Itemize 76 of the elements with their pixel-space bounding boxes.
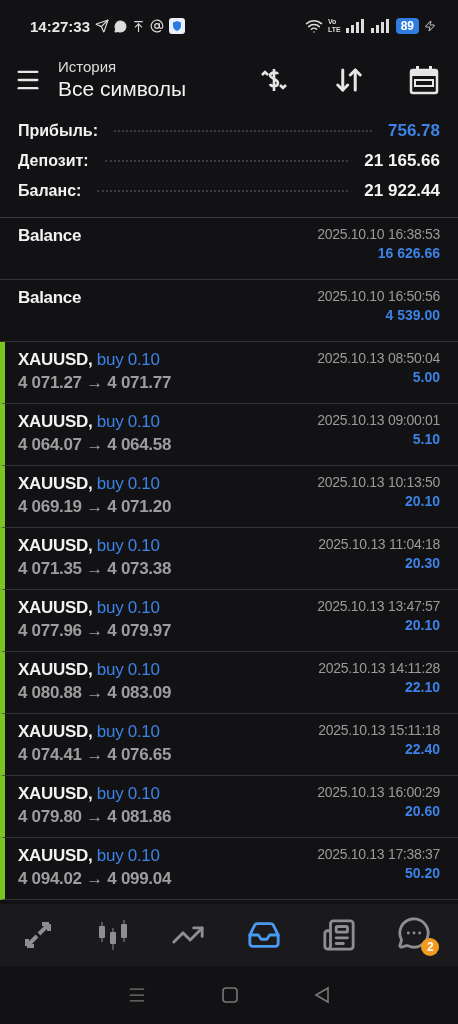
signal-icon [345, 19, 366, 33]
trade-title: XAUUSD, buy 0.10 [18, 412, 160, 432]
upload-icon [132, 19, 146, 33]
operation-time: 2025.10.13 09:00:01 [317, 412, 440, 428]
trade-prices: 4 069.19 → 4 071.20 [18, 497, 172, 517]
trade-row[interactable]: XAUUSD, buy 0.10 4 069.19 → 4 071.20 2025.10.13 10:13:50 20.10 [0, 466, 458, 528]
operation-time: 2025.10.13 10:13:50 [317, 474, 440, 490]
trade-row[interactable]: XAUUSD, buy 0.10 4 071.35 → 4 073.38 2025.10.13 11:04:18 20.30 [0, 528, 458, 590]
wifi-icon [304, 17, 323, 35]
operation-time: 2025.10.13 11:04:18 [318, 536, 440, 552]
balance-row[interactable]: Balance 2025.10.10 16:50:56 4 539.00 [0, 280, 458, 342]
trade-row[interactable]: XAUUSD, buy 0.10 4 077.96 → 4 079.97 2025.10.13 13:47:57 20.10 [0, 590, 458, 652]
operation-amount: 5.00 [412, 369, 440, 385]
trade-prices: 4 077.96 → 4 079.97 [18, 621, 172, 641]
trade-prices: 4 080.88 → 4 083.09 [18, 683, 172, 703]
operation-amount: 4 539.00 [385, 307, 440, 323]
operation-time: 2025.10.13 08:50:04 [317, 350, 440, 366]
operation-time: 2025.10.13 14:11:28 [318, 660, 440, 676]
trade-row[interactable]: XAUUSD, buy 0.10 4 074.41 → 4 076.65 2025.10.13 15:11:18 22.40 [0, 714, 458, 776]
status-time: 14:27:33 [30, 17, 91, 35]
operation-amount: 22.10 [404, 679, 440, 695]
trade-title: XAUUSD, buy 0.10 [18, 598, 160, 618]
summary-value: 21 922.44 [364, 181, 440, 201]
signal-icon [370, 19, 391, 33]
candlestick-icon [96, 918, 130, 952]
operation-time: 2025.10.13 16:00:29 [317, 784, 440, 800]
trade-title: XAUUSD, buy 0.10 [18, 536, 160, 556]
operation-time: 2025.10.13 15:11:18 [318, 722, 440, 738]
trade-prices: 4 071.35 → 4 073.38 [18, 559, 172, 579]
trade-title: XAUUSD, buy 0.10 [18, 474, 160, 494]
operation-amount: 20.10 [404, 493, 440, 509]
operation-time: 2025.10.10 16:38:53 [317, 226, 440, 242]
trade-title: XAUUSD, buy 0.10 [18, 784, 160, 804]
operation-amount: 50.20 [404, 865, 440, 881]
trade-prices: 4 079.80 → 4 081.86 [18, 807, 172, 827]
summary-value: 756.78 [388, 121, 440, 141]
newspaper-icon [321, 918, 356, 952]
battery-level: 89 [395, 18, 419, 34]
trade-prices: 4 071.27 → 4 071.77 [18, 373, 172, 393]
balance-row[interactable]: Balance 2025.10.10 16:38:53 16 626.66 [0, 218, 458, 280]
summary-label: Прибыль: [18, 122, 98, 140]
operation-title: Balance [18, 288, 82, 308]
trade-title: XAUUSD, buy 0.10 [18, 350, 160, 370]
send-icon [95, 19, 110, 33]
operation-title: Balance [18, 226, 82, 246]
summary-value: 21 165.66 [364, 151, 440, 171]
operation-amount: 20.10 [404, 617, 440, 633]
screen-title: Все символы [58, 77, 188, 101]
shield-app-icon [169, 18, 186, 34]
notification-badge: 2 [421, 938, 440, 956]
trade-row[interactable]: XAUUSD, buy 0.10 4 064.07 → 4 064.58 2025.10.13 09:00:01 5.10 [0, 404, 458, 466]
summary-label: Баланс: [18, 182, 82, 200]
chat-icon [397, 916, 432, 950]
operation-amount: 22.40 [404, 741, 440, 757]
trade-prices: 4 064.07 → 4 064.58 [18, 435, 172, 455]
operation-amount: 5.10 [412, 431, 440, 447]
operation-time: 2025.10.13 13:47:57 [317, 598, 440, 614]
trade-title: XAUUSD, buy 0.10 [18, 660, 160, 680]
operation-amount: 20.60 [404, 803, 440, 819]
trade-prices: 4 094.02 → 4 099.04 [18, 869, 172, 889]
trade-title: XAUUSD, buy 0.10 [18, 722, 160, 742]
home-button[interactable] [219, 984, 241, 1006]
summary-label: Депозит: [18, 152, 89, 170]
screen-subtitle: История [58, 58, 118, 75]
charging-icon [424, 20, 436, 32]
trade-title: XAUUSD, buy 0.10 [18, 846, 160, 866]
operation-amount: 16 626.66 [377, 245, 440, 261]
trade-row[interactable]: XAUUSD, buy 0.10 4 079.80 → 4 081.86 2025.10.13 16:00:29 20.60 [0, 776, 458, 838]
trade-row[interactable]: XAUUSD, buy 0.10 4 071.27 → 4 071.77 2025.10.13 08:50:04 5.00 [0, 342, 458, 404]
trade-row[interactable]: XAUUSD, buy 0.10 4 080.88 → 4 083.09 2025.10.13 14:11:28 22.10 [0, 652, 458, 714]
trade-prices: 4 074.41 → 4 076.65 [18, 745, 172, 765]
operation-time: 2025.10.13 17:38:37 [317, 846, 440, 862]
operation-amount: 20.30 [404, 555, 440, 571]
at-sign-icon [150, 19, 165, 33]
message-icon [114, 19, 128, 33]
operation-time: 2025.10.10 16:50:56 [317, 288, 440, 304]
